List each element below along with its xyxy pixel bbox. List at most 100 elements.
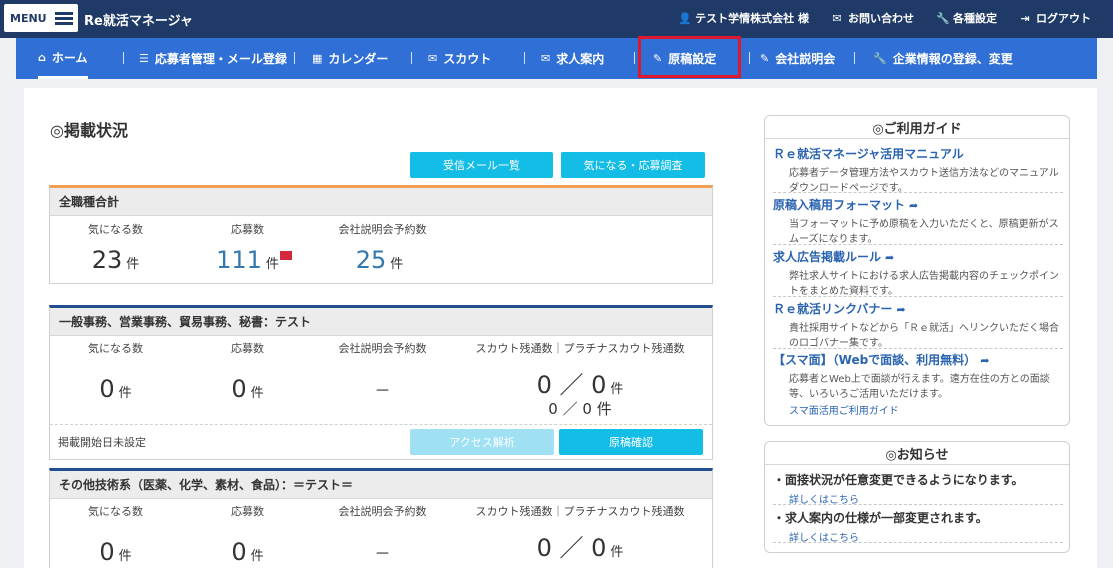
sumamen-guide-link[interactable]: スマ面活用ご利用ガイド <box>789 402 1063 417</box>
total-card-heading: 全職種合計 <box>50 188 712 216</box>
page-title: ◎掲載状況 <box>50 121 128 140</box>
job2-interest-label: 気になる数 <box>88 505 143 518</box>
mail-icon: ✉ <box>428 52 438 65</box>
access-analysis-button[interactable]: アクセス解析 <box>410 429 554 455</box>
job2-apply-count[interactable]: 0件 <box>190 538 305 566</box>
job1-status: 掲載開始日未設定 <box>58 436 146 449</box>
guide-item-title: Ｒｅ就活リンクバナー <box>773 302 893 316</box>
share-arrow-icon: ➦ <box>980 354 990 367</box>
job1-interest-label: 気になる数 <box>88 342 143 355</box>
mail-icon: ✉ <box>541 52 551 65</box>
nav-home-label: ホーム <box>51 50 88 65</box>
nav-seminar[interactable]: ✎ 会社説明会 <box>760 38 835 79</box>
seminar-count[interactable]: 25 件 <box>322 246 437 274</box>
job2-scout-count: 0 ／ 0件 <box>536 534 624 562</box>
guide-item-sumamen[interactable]: 【スマ面】（Webで面談、利用無料） ➦ 応募者とWeb上で面談が行えます。遠方在… <box>773 351 1063 417</box>
settings-link[interactable]: 🔧 各種設定 <box>936 10 997 26</box>
user-icon: 👤 <box>678 11 692 25</box>
guide-item-title: 【スマ面】（Webで面談、利用無料） <box>773 353 977 367</box>
news-item-title: ・求人案内の仕様が一部変更されます。 <box>773 511 988 525</box>
main-nav: ⌂ ホーム ☰ 応募者管理・メール登録 ▦ カレンダー ✉ スカウト ✉ 求人案内 ✎ 原稿… <box>16 38 1097 79</box>
highlight-box <box>638 36 741 78</box>
guide-item-title[interactable]: Ｒｅ就活マネージャ活用マニュアル <box>773 145 1063 162</box>
guide-item-desc: 当フォーマットに予め原稿を入力いただくと、原稿更新がスムーズになります。 <box>789 219 1059 245</box>
header-links: 👤 テスト学情株式会社 様 ✉ お問い合わせ 🔧 各種設定 ⇥ ログアウト <box>656 10 1091 26</box>
top-header: MENU Re就活マネージャ 👤 テスト学情株式会社 様 ✉ お問い合わせ 🔧 … <box>0 0 1113 38</box>
job2-apply-label: 応募数 <box>231 505 264 518</box>
nav-company-info[interactable]: 🔧 企業情報の登録、変更 <box>873 38 1013 79</box>
contact-label: お問い合わせ <box>848 12 914 25</box>
account-label: テスト学情株式会社 様 <box>695 12 809 25</box>
job2-scout-label: スカウト残通数｜プラチナスカウト残通数 <box>475 505 685 518</box>
share-arrow-icon: ➦ <box>896 303 906 316</box>
job1-scout-label: スカウト残通数｜プラチナスカウト残通数 <box>475 342 685 355</box>
guide-item-rules[interactable]: 求人広告掲載ルール ➦ 弊社求人サイトにおける求人広告掲載内容のチェックポイントを… <box>773 248 1063 297</box>
guide-item-title-row[interactable]: 【スマ面】（Webで面談、利用無料） ➦ <box>773 351 1063 368</box>
guide-item-title: 求人広告掲載ルール <box>773 250 882 264</box>
calendar-icon: ▦ <box>312 52 323 65</box>
guide-item-banner[interactable]: Ｒｅ就活リンクバナー ➦ 貴社採用サイトなどから「Ｒｅ就活」へリンクいただく場合の… <box>773 300 1063 349</box>
job1-divider <box>50 424 712 425</box>
news-details-link[interactable]: 詳しくはこちら <box>789 491 1063 506</box>
guide-item-manual[interactable]: Ｒｅ就活マネージャ活用マニュアル 応募者データ管理方法やスカウト送信方法などのマ… <box>773 145 1063 194</box>
job1-scout-count: 0 ／ 0件 <box>536 371 624 399</box>
nav-divider <box>123 52 124 64</box>
nav-applicants-label: 応募者管理・メール登録 <box>154 52 287 66</box>
logout-icon: ⇥ <box>1020 11 1030 25</box>
nav-applicants[interactable]: ☰ 応募者管理・メール登録 <box>139 38 287 79</box>
share-arrow-icon: ➦ <box>909 199 919 212</box>
share-arrow-icon: ➦ <box>885 251 895 264</box>
brand-title[interactable]: Re就活マネージャ <box>84 10 193 29</box>
guide-item-title-row[interactable]: 原稿入稿用フォーマット ➦ <box>773 196 1063 213</box>
contact-link[interactable]: ✉ お問い合わせ <box>831 10 914 26</box>
seminar-label: 会社説明会予約数 <box>338 223 427 236</box>
logout-label: ログアウト <box>1036 12 1091 25</box>
guide-item-format[interactable]: 原稿入稿用フォーマット ➦ 当フォーマットに予め原稿を入力いただくと、原稿更新がス… <box>773 196 1063 245</box>
guide-title: ◎ご利用ガイド <box>765 116 1069 139</box>
menu-button[interactable]: MENU <box>4 4 78 32</box>
news-details-link[interactable]: 詳しくはこちら <box>789 529 1063 544</box>
guide-item-title-row[interactable]: Ｒｅ就活リンクバナー ➦ <box>773 300 1063 317</box>
interest-count[interactable]: 23 件 <box>58 246 173 274</box>
home-icon: ⌂ <box>38 50 46 64</box>
guide-item-title-row[interactable]: 求人広告掲載ルール ➦ <box>773 248 1063 265</box>
guide-item-desc: 応募者データ管理方法やスカウト送信方法などのマニュアルダウンロードページです。 <box>789 168 1059 194</box>
news-panel: ◎お知らせ ・面接状況が任意変更できるようになります。 詳しくはこちら ・求人案… <box>764 441 1070 553</box>
nav-divider <box>294 52 295 64</box>
job1-apply-count[interactable]: 0件 <box>190 375 305 403</box>
list-icon: ☰ <box>139 52 149 65</box>
nav-home[interactable]: ⌂ ホーム <box>38 38 88 79</box>
job1-seminar-count: － <box>374 381 391 400</box>
nav-divider <box>524 52 525 64</box>
logout-link[interactable]: ⇥ ログアウト <box>1019 10 1091 26</box>
nav-calendar[interactable]: ▦ カレンダー <box>312 38 388 79</box>
settings-label: 各種設定 <box>953 12 997 25</box>
menu-label: MENU <box>10 11 47 25</box>
job2-seminar-label: 会社説明会予約数 <box>338 505 427 518</box>
guide-item-desc: 応募者とWeb上で面談が行えます。遠方在住の方との面談等、いろいろご活用いただけ… <box>789 374 1050 400</box>
job1-interest-count[interactable]: 0件 <box>58 375 173 403</box>
nav-divider <box>634 52 635 64</box>
nav-scout[interactable]: ✉ スカウト <box>428 38 491 79</box>
job-card-1-heading: 一般事務、営業事務、貿易事務、秘書：テスト <box>50 308 712 336</box>
guide-item-desc: 弊社求人サイトにおける求人広告掲載内容のチェックポイントをまとめた資料です。 <box>789 271 1059 297</box>
job-card-2-heading: その他技術系（医薬、化学、素材、食品）：＝テスト＝ <box>50 471 712 499</box>
nav-calendar-label: カレンダー <box>328 52 389 66</box>
inbox-button[interactable]: 受信メール一覧 <box>410 152 553 178</box>
nav-scout-label: スカウト <box>443 52 492 66</box>
job2-seminar-count: － <box>374 544 391 563</box>
manuscript-confirm-button[interactable]: 原稿確認 <box>559 429 703 455</box>
news-item-title: ・面接状況が任意変更できるようになります。 <box>773 473 1024 487</box>
job1-seminar-label: 会社説明会予約数 <box>338 342 427 355</box>
interest-label: 気になる数 <box>88 223 143 236</box>
nav-divider <box>854 52 855 64</box>
guide-item-desc: 貴社採用サイトなどから「Ｒｅ就活」へリンクいただく場合のロゴバナー集です。 <box>789 323 1059 349</box>
nav-divider <box>749 52 750 64</box>
job2-interest-count[interactable]: 0件 <box>58 538 173 566</box>
nav-job-info[interactable]: ✉ 求人案内 <box>541 38 604 79</box>
nav-seminar-label: 会社説明会 <box>775 52 836 66</box>
survey-button[interactable]: 気になる・応募調査 <box>561 152 705 178</box>
job1-apply-label: 応募数 <box>231 342 264 355</box>
hamburger-icon <box>54 11 73 25</box>
account-link[interactable]: 👤 テスト学情株式会社 様 <box>678 10 809 26</box>
